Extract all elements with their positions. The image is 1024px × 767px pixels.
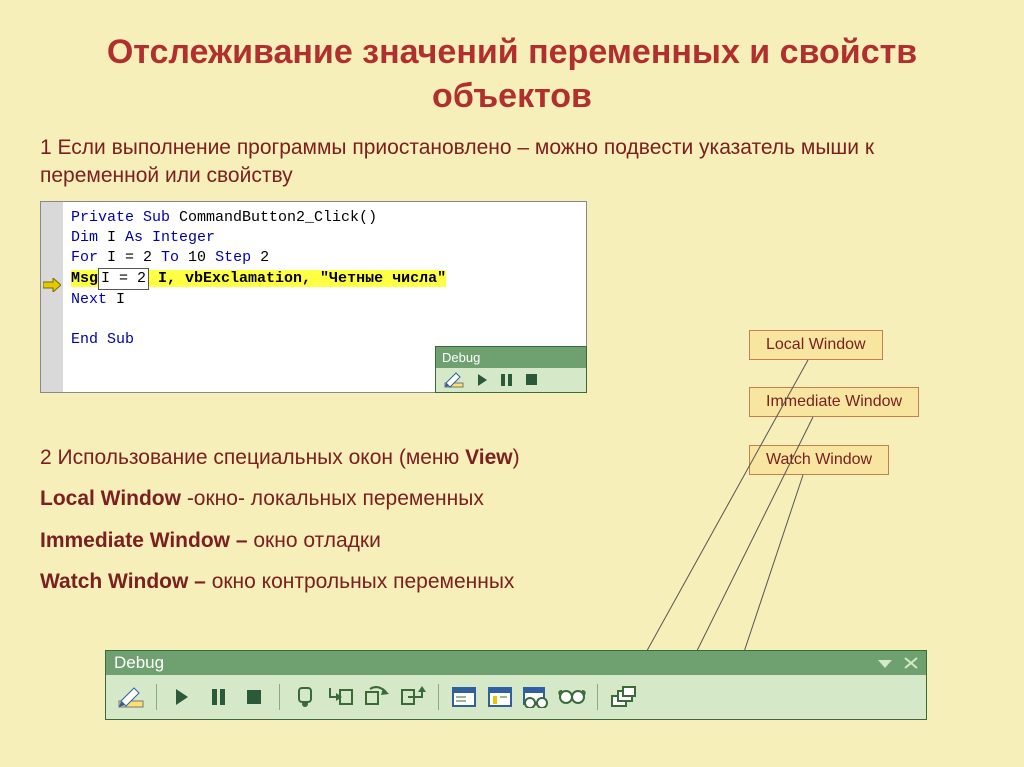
- watch-window-icon[interactable]: [521, 683, 551, 711]
- play-icon[interactable]: [478, 374, 487, 386]
- quick-watch-icon[interactable]: [557, 683, 587, 711]
- label-immediate-window: Immediate Window: [749, 387, 919, 417]
- page-title: Отслеживание значений переменных и свойс…: [0, 0, 1024, 128]
- label-local-window: Local Window: [749, 330, 883, 360]
- value-tooltip: I = 2: [98, 268, 149, 290]
- pause-icon[interactable]: [203, 683, 233, 711]
- toggle-breakpoint-icon[interactable]: [290, 683, 320, 711]
- section-2: 2 Использование специальных окон (меню V…: [40, 430, 520, 609]
- stop-icon[interactable]: [526, 374, 537, 385]
- toolbar-title: Debug: [114, 653, 164, 673]
- immediate-window-icon[interactable]: [485, 683, 515, 711]
- stop-icon[interactable]: [239, 683, 269, 711]
- code-editor: Private Sub CommandButton2_Click() Dim I…: [40, 201, 587, 393]
- section2-line3: Immediate Window – окно отладки: [40, 527, 520, 554]
- section2-line4: Watch Window – окно контрольных переменн…: [40, 568, 520, 595]
- step-into-icon[interactable]: [326, 683, 356, 711]
- code-gutter: [41, 202, 63, 392]
- section2-line2: Local Window -окно- локальных переменных: [40, 485, 520, 512]
- close-icon[interactable]: [904, 657, 918, 669]
- step-over-icon[interactable]: [362, 683, 392, 711]
- design-mode-icon[interactable]: [444, 372, 464, 388]
- debug-toolbar-large: Debug: [105, 650, 927, 720]
- breakpoint-arrow-icon: [43, 278, 61, 292]
- play-icon[interactable]: [167, 683, 197, 711]
- locals-window-icon[interactable]: [449, 683, 479, 711]
- label-watch-window: Watch Window: [749, 445, 889, 475]
- pause-icon[interactable]: [501, 374, 512, 386]
- design-mode-icon[interactable]: [116, 683, 146, 711]
- dropdown-icon[interactable]: [878, 657, 892, 669]
- debug-toolbar-small: Debug: [435, 346, 587, 393]
- toolbar-title: Debug: [436, 347, 586, 368]
- step-out-icon[interactable]: [398, 683, 428, 711]
- call-stack-icon[interactable]: [608, 683, 638, 711]
- code-text: Private Sub CommandButton2_Click() Dim I…: [71, 208, 446, 350]
- paragraph-1: 1 Если выполнение программы приостановле…: [0, 134, 1024, 189]
- section2-line1: 2 Использование специальных окон (меню V…: [40, 444, 520, 471]
